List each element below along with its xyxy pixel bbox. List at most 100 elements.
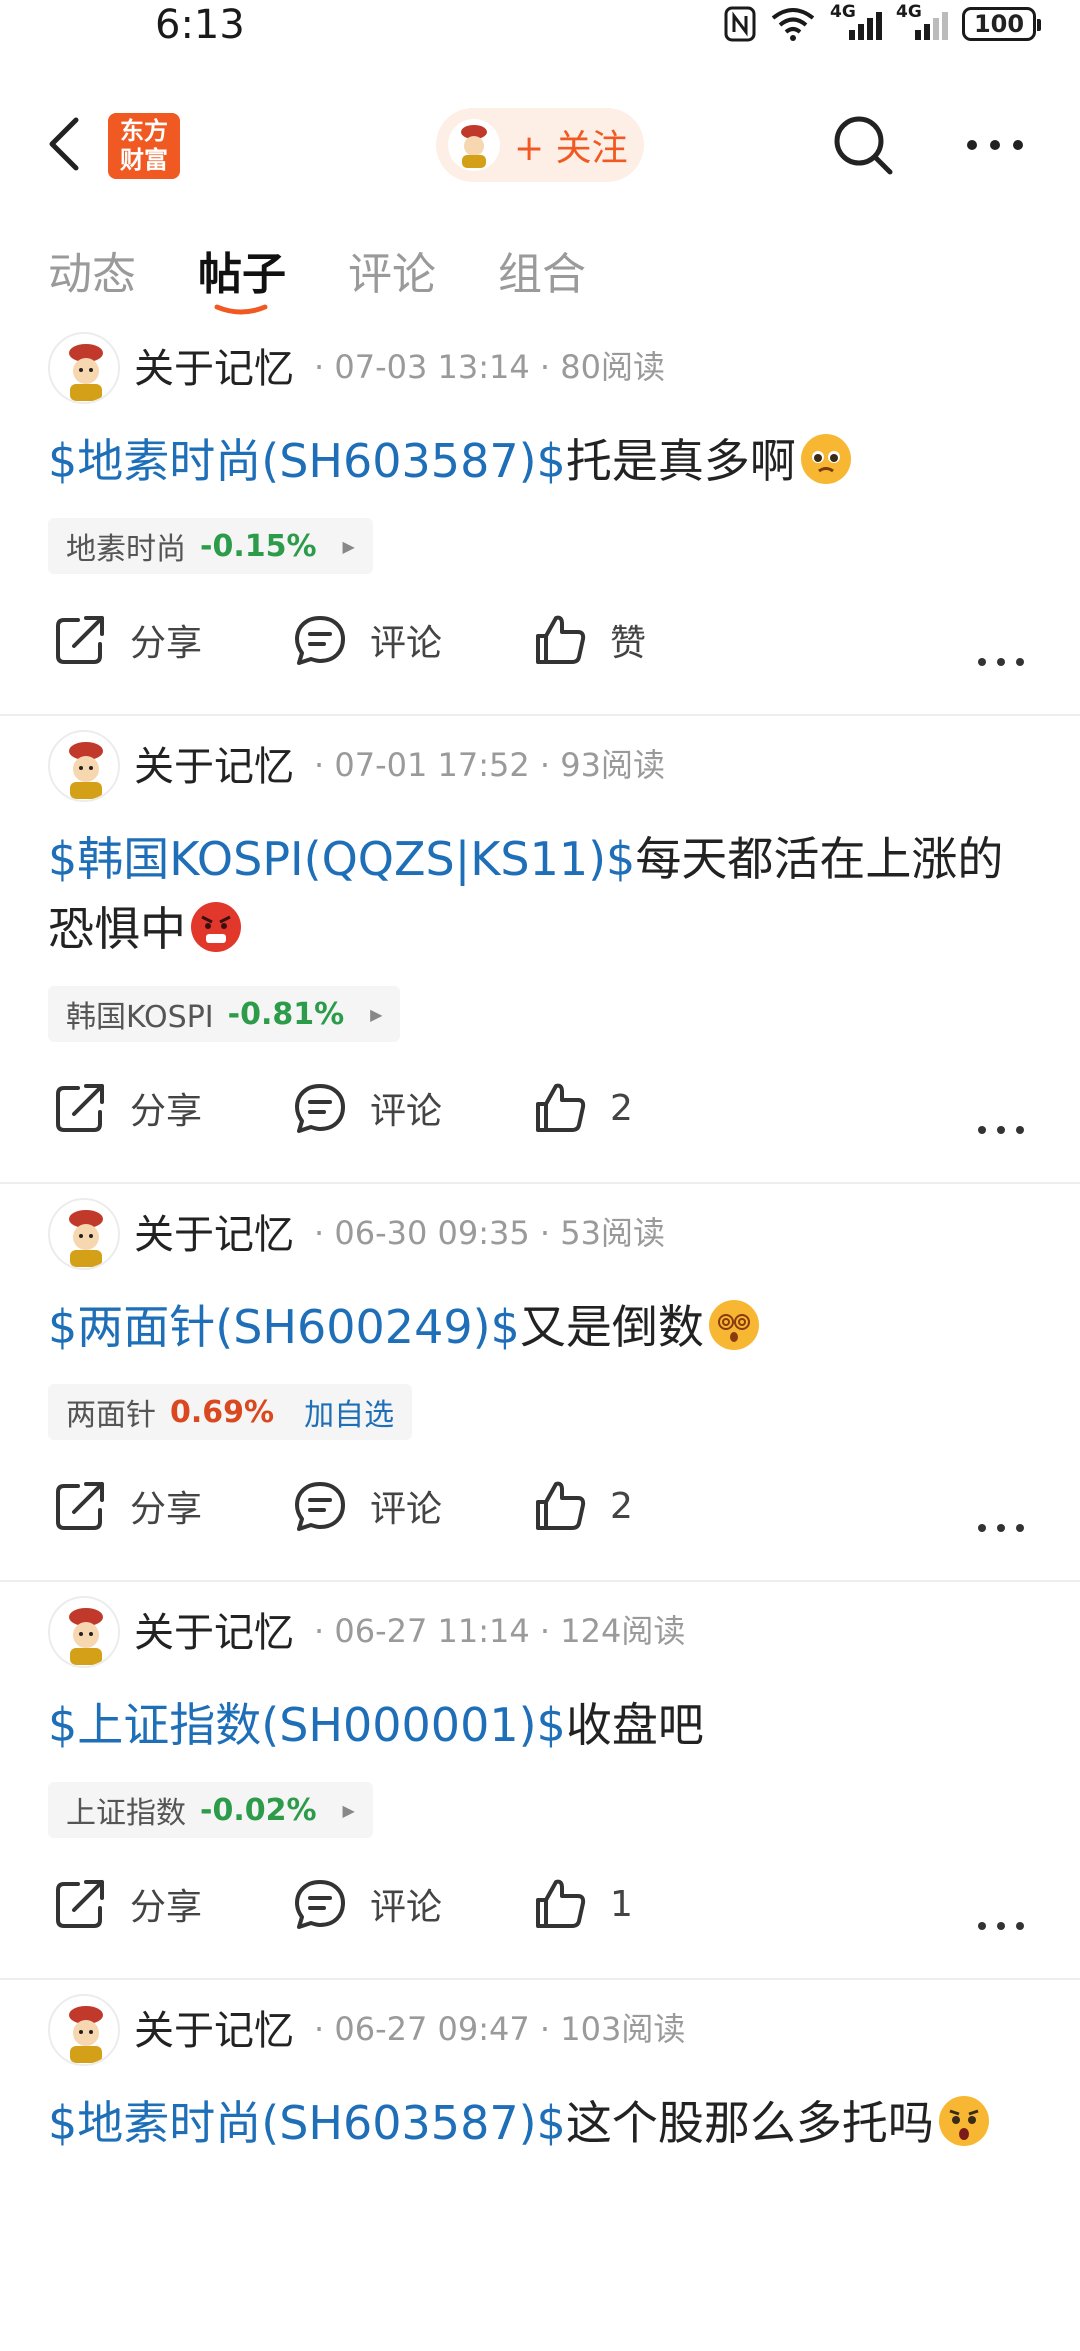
stock-link[interactable]: $地素时尚(SH603587)$	[48, 2096, 566, 2150]
post-text: 又是倒数	[519, 1300, 704, 1354]
post-content[interactable]: $韩国KOSPI(QQZS|KS11)$每天都活在上涨的恐惧中	[0, 802, 1080, 964]
comment-button[interactable]: 评论	[292, 612, 442, 668]
post-header: 关于记忆 · 06-30 09:35 · 53阅读	[0, 1184, 1080, 1270]
post-meta: · 07-03 13:14 · 80阅读	[314, 348, 665, 386]
avatar[interactable]	[48, 1198, 120, 1270]
comment-button[interactable]: 评论	[292, 1876, 442, 1932]
post-content[interactable]: $两面针(SH600249)$又是倒数	[0, 1270, 1080, 1362]
post-content[interactable]: $上证指数(SH000001)$收盘吧	[0, 1668, 1080, 1760]
post-author[interactable]: 关于记忆	[134, 1202, 294, 1260]
more-horizontal-icon	[967, 140, 1023, 150]
stock-link[interactable]: $地素时尚(SH603587)$	[48, 434, 566, 488]
post-header: 关于记忆 · 06-27 09:47 · 103阅读	[0, 1980, 1080, 2066]
nfc-icon	[724, 6, 756, 42]
post-content[interactable]: $地素时尚(SH603587)$这个股那么多托吗	[0, 2066, 1080, 2158]
share-button[interactable]: 分享	[52, 1478, 202, 1534]
search-icon	[834, 116, 893, 175]
quote-name: 地素时尚	[66, 532, 186, 567]
share-icon	[56, 1084, 104, 1132]
post-card[interactable]: 关于记忆 · 06-27 11:14 · 124阅读 $上证指数(SH000001)…	[0, 1582, 1080, 1980]
post-more-button[interactable]	[976, 1898, 1026, 1954]
avatar[interactable]	[48, 332, 120, 404]
tab-posts[interactable]: 帖子	[198, 238, 286, 302]
thumbs-up-icon	[536, 615, 586, 664]
stock-quote-chip[interactable]: 地素时尚 -0.15% ▶	[48, 518, 373, 574]
post-author[interactable]: 关于记忆	[134, 336, 294, 394]
tab-dynamics[interactable]: 动态	[48, 238, 136, 302]
share-icon	[56, 1482, 104, 1530]
search-button[interactable]	[830, 112, 896, 178]
like-count: 2	[610, 1087, 633, 1129]
post-author[interactable]: 关于记忆	[134, 734, 294, 792]
share-label: 分享	[130, 1091, 203, 1132]
stock-quote-chip[interactable]: 韩国KOSPI -0.81% ▶	[48, 986, 401, 1042]
like-button[interactable]: 2	[532, 1080, 633, 1136]
chevron-left-icon	[49, 117, 79, 171]
post-card[interactable]: 关于记忆 · 06-27 09:47 · 103阅读 $地素时尚(SH603587)…	[0, 1980, 1080, 2158]
like-count: 2	[610, 1485, 633, 1527]
status-time: 6:13	[155, 2, 245, 48]
angry-emoji-icon	[190, 901, 242, 953]
post-content[interactable]: $地素时尚(SH603587)$托是真多啊	[0, 404, 1080, 496]
share-icon	[56, 616, 104, 664]
more-horizontal-icon	[978, 1524, 1024, 1532]
tab-portfolio[interactable]: 组合	[498, 238, 586, 302]
signal-1-icon: 4G	[830, 2, 882, 44]
add-to-watchlist-button[interactable]: 加自选	[304, 1390, 394, 1434]
post-author[interactable]: 关于记忆	[134, 1600, 294, 1658]
comment-button[interactable]: 评论	[292, 1080, 442, 1136]
tab-comments[interactable]: 评论	[348, 238, 436, 302]
triangle-right-icon: ▶	[342, 536, 355, 556]
avatar[interactable]	[48, 1994, 120, 2066]
post-author[interactable]: 关于记忆	[134, 1998, 294, 2056]
stock-quote-chip[interactable]: 两面针 0.69% 加自选	[48, 1384, 413, 1440]
comment-icon	[295, 1482, 345, 1531]
app-logo: 东方 财富	[108, 113, 180, 179]
follow-label: + 关注	[514, 128, 628, 169]
more-horizontal-icon	[978, 1126, 1024, 1134]
share-label: 分享	[130, 1489, 203, 1530]
like-button[interactable]: 1	[532, 1876, 633, 1932]
stock-link[interactable]: $两面针(SH600249)$	[48, 1300, 520, 1354]
post-meta: · 06-27 11:14 · 124阅读	[314, 1612, 686, 1650]
post-meta: · 06-30 09:35 · 53阅读	[314, 1214, 665, 1252]
share-button[interactable]: 分享	[52, 1876, 202, 1932]
post-feed: 关于记忆 · 07-03 13:14 · 80阅读 $地素时尚(SH603587)$…	[0, 318, 1080, 2158]
comment-icon	[295, 1880, 345, 1929]
post-more-button[interactable]	[976, 1500, 1026, 1556]
post-card[interactable]: 关于记忆 · 06-30 09:35 · 53阅读 $两面针(SH600249)$又…	[0, 1184, 1080, 1582]
comment-label: 评论	[370, 1091, 443, 1132]
more-options-button[interactable]	[964, 128, 1026, 162]
avatar[interactable]	[48, 730, 120, 802]
share-button[interactable]: 分享	[52, 1080, 202, 1136]
comment-icon	[295, 1084, 345, 1133]
quote-change: -0.15%	[200, 528, 317, 564]
comment-button[interactable]: 评论	[292, 1478, 442, 1534]
comment-icon	[295, 616, 345, 665]
quote-change: 0.69%	[170, 1394, 275, 1430]
follow-button[interactable]: + 关注	[436, 108, 644, 182]
tab-bar: 动态 帖子 评论 组合	[0, 238, 1080, 318]
post-more-button[interactable]	[976, 1102, 1026, 1158]
status-icons: 4G 4G 100	[724, 2, 1041, 44]
like-button[interactable]: 赞	[532, 612, 646, 668]
quote-name: 韩国KOSPI	[66, 1000, 214, 1035]
post-card[interactable]: 关于记忆 · 07-03 13:14 · 80阅读 $地素时尚(SH603587)$…	[0, 318, 1080, 716]
stock-quote-chip[interactable]: 上证指数 -0.02% ▶	[48, 1782, 373, 1838]
post-meta: · 07-01 17:52 · 93阅读	[314, 746, 665, 784]
stock-link[interactable]: $韩国KOSPI(QQZS|KS11)$	[48, 832, 635, 886]
post-card[interactable]: 关于记忆 · 07-01 17:52 · 93阅读 $韩国KOSPI(QQZS|KS…	[0, 716, 1080, 1184]
avatar[interactable]	[48, 1596, 120, 1668]
quote-change: -0.02%	[200, 1792, 317, 1828]
share-button[interactable]: 分享	[52, 612, 202, 668]
back-button[interactable]	[40, 112, 90, 176]
post-actions: 分享 评论 赞	[0, 574, 1080, 714]
thumbs-up-icon	[536, 1879, 586, 1928]
like-button[interactable]: 2	[532, 1478, 633, 1534]
post-more-button[interactable]	[976, 634, 1026, 690]
comment-label: 评论	[370, 623, 443, 664]
stock-link[interactable]: $上证指数(SH000001)$	[48, 1698, 566, 1752]
post-header: 关于记忆 · 07-03 13:14 · 80阅读	[0, 318, 1080, 404]
wifi-icon	[771, 8, 815, 41]
more-horizontal-icon	[978, 658, 1024, 666]
